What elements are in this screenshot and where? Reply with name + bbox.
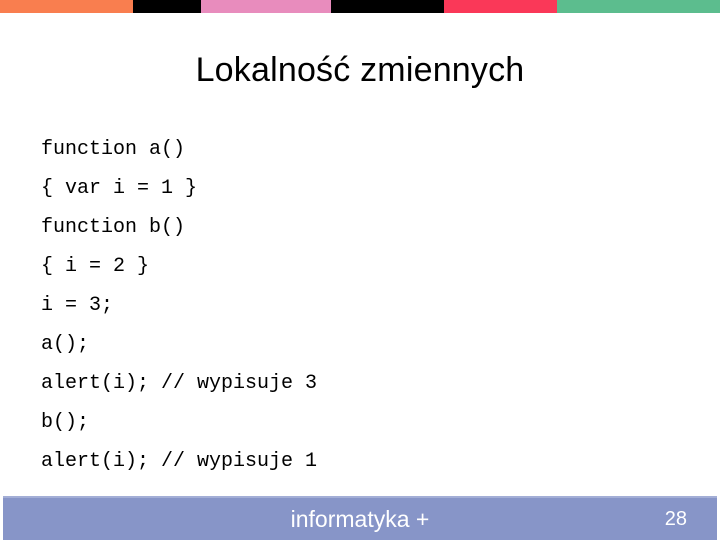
code-line: alert(i); // wypisuje 3 [41, 372, 318, 395]
segment-black-2 [331, 0, 444, 13]
code-line: b(); [41, 411, 90, 434]
segment-orange [0, 0, 133, 13]
code-line: function b() [41, 216, 186, 239]
code-line: alert(i); // wypisuje 1 [41, 450, 318, 473]
segment-red [444, 0, 557, 13]
code-block: function a() { var i = 1 } function b() { i… [41, 130, 681, 481]
code-line: function a() [41, 138, 186, 161]
segment-black-1 [133, 0, 201, 13]
slide: Lokalność zmiennych function a() { var i … [0, 0, 720, 540]
code-line: i = 3; [41, 294, 114, 317]
code-line: { i = 2 } [41, 255, 150, 278]
code-line: a(); [41, 333, 90, 356]
page-title: Lokalność zmiennych [195, 51, 525, 89]
decorative-color-bar [0, 0, 720, 13]
page-number: 28 [664, 508, 687, 530]
footer-bar: informatyka + 28 [3, 496, 717, 540]
segment-green [557, 0, 720, 13]
footer-brand-label: informatyka + [290, 506, 430, 532]
code-line: { var i = 1 } [41, 177, 198, 200]
segment-pink [201, 0, 331, 13]
